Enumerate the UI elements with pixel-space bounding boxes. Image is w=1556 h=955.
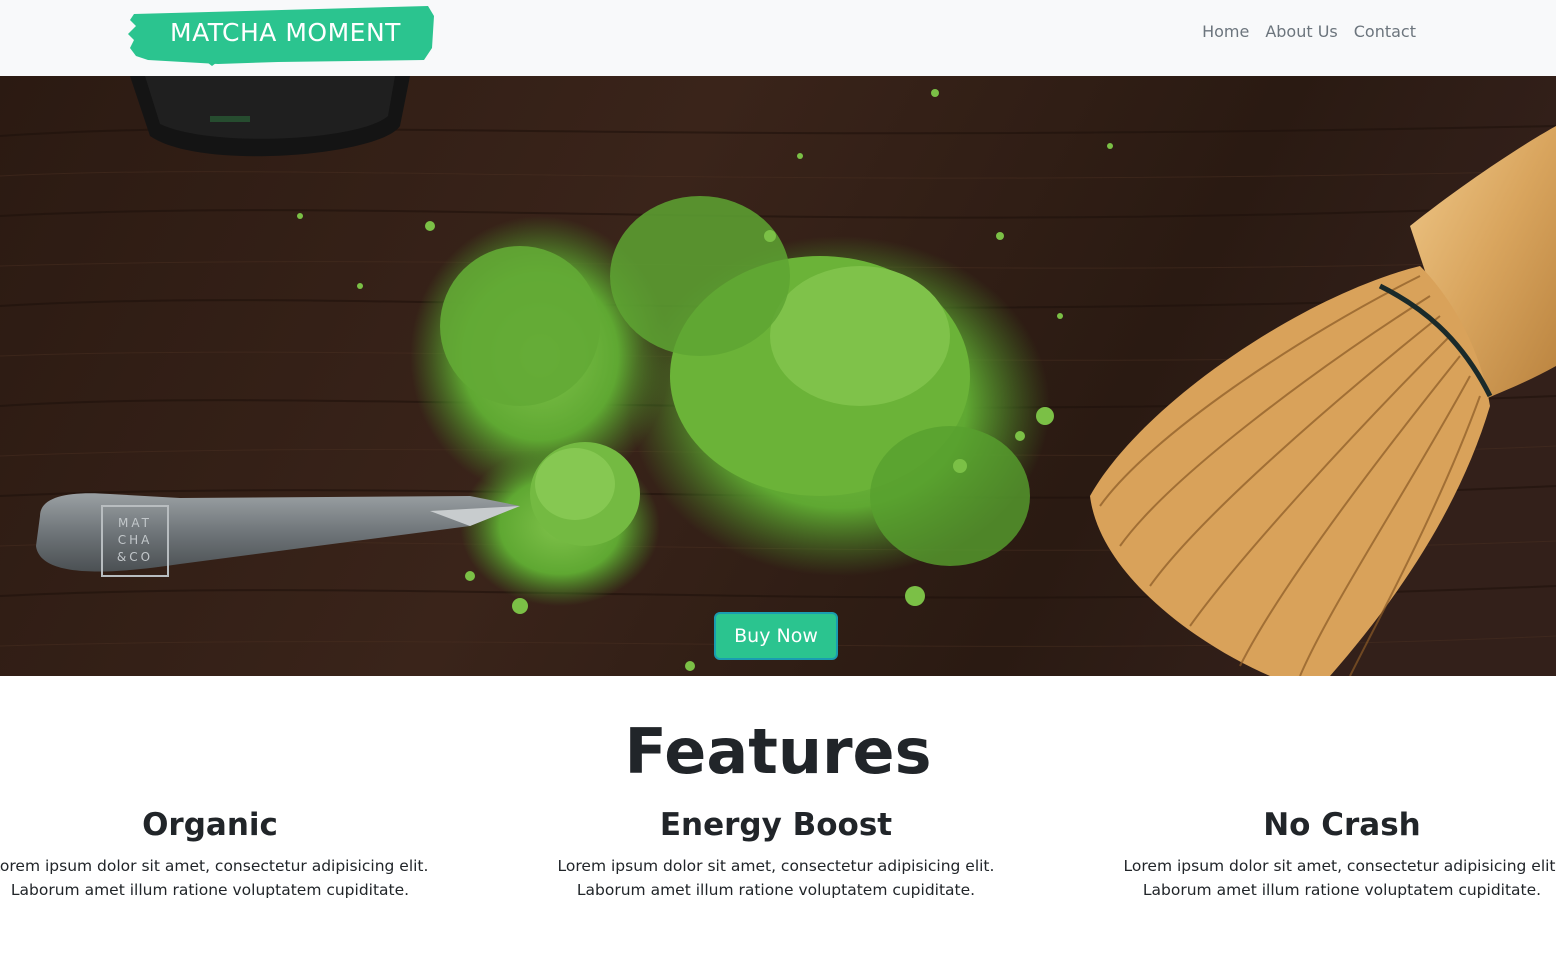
navbar: MATCHA MOMENT Home About Us Contact: [0, 0, 1556, 76]
feature-title: Organic: [142, 807, 278, 843]
matcha-hero-image: MAT CHA &CO: [0, 76, 1556, 676]
feature-title: No Crash: [1263, 807, 1421, 843]
buy-now-button[interactable]: Buy Now: [714, 612, 838, 660]
nav-menu: Home About Us Contact: [1202, 20, 1416, 44]
brand-logo[interactable]: MATCHA MOMENT: [128, 4, 436, 66]
feature-description: Lorem ipsum dolor sit amet, consectetur …: [516, 854, 1036, 902]
spoon-logo-line-2: CHA: [118, 533, 153, 547]
feature-description-line-2: Laborum amet illum ratione voluptatem cu…: [576, 881, 976, 899]
feature-description-line-1: Lorem ipsum dolor sit amet, consectetur …: [557, 857, 995, 875]
feature-description-line-2: Laborum amet illum ratione voluptatem cu…: [10, 881, 410, 899]
spoon-logo-line-3: &CO: [117, 550, 153, 564]
hero-banner: MAT CHA &CO Buy Now: [0, 76, 1556, 676]
features-title: Features: [624, 715, 932, 788]
feature-title: Energy Boost: [659, 807, 893, 843]
feature-description-line-2: Laborum amet illum ratione voluptatem cu…: [1142, 881, 1542, 899]
feature-description-line-1: Lorem ipsum dolor sit amet, consectetur …: [0, 857, 429, 875]
nav-link-home[interactable]: Home: [1202, 20, 1249, 44]
feature-organic: Organic Lorem ipsum dolor sit amet, cons…: [0, 800, 470, 902]
brand-name: MATCHA MOMENT: [170, 18, 401, 47]
nav-link-about-us[interactable]: About Us: [1265, 20, 1337, 44]
feature-no-crash: No Crash Lorem ipsum dolor sit amet, con…: [1082, 800, 1556, 902]
spoon-logo-line-1: MAT: [118, 516, 152, 530]
feature-description: Lorem ipsum dolor sit amet, consectetur …: [1082, 854, 1556, 902]
feature-description: Lorem ipsum dolor sit amet, consectetur …: [0, 854, 470, 902]
feature-description-line-1: Lorem ipsum dolor sit amet, consectetur …: [1123, 857, 1556, 875]
feature-energy-boost: Energy Boost Lorem ipsum dolor sit amet,…: [516, 800, 1036, 902]
nav-link-contact[interactable]: Contact: [1354, 20, 1416, 44]
